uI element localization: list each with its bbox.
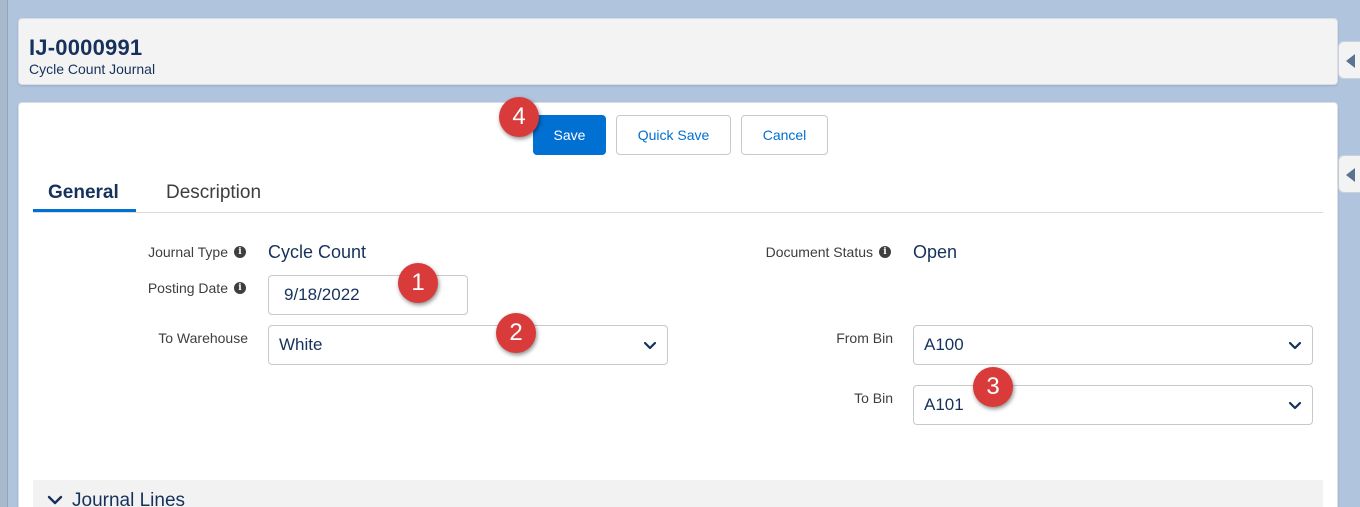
tab-general[interactable]: General: [48, 182, 119, 204]
tab-description[interactable]: Description: [166, 182, 261, 204]
info-icon[interactable]: i: [879, 246, 891, 258]
info-icon[interactable]: i: [234, 282, 246, 294]
journal-type-value: Cycle Count: [268, 242, 367, 262]
tabs-divider: [33, 212, 1323, 213]
to-bin-label: To Bin: [854, 390, 893, 406]
chevron-down-icon: [643, 341, 657, 350]
posting-date-label: Posting Date: [147, 280, 228, 296]
journal-lines-title[interactable]: Journal Lines: [72, 490, 185, 507]
from-bin-label: From Bin: [836, 330, 893, 346]
record-title: IJ-0000991: [29, 35, 143, 60]
to-warehouse-select[interactable]: White: [268, 325, 668, 365]
save-button[interactable]: Save: [533, 115, 606, 155]
cancel-button[interactable]: Cancel: [741, 115, 828, 155]
chevron-left-icon: [1346, 54, 1355, 68]
to-bin-value: A101: [924, 395, 964, 414]
chevron-down-icon: [1288, 341, 1302, 350]
to-warehouse-label: To Warehouse: [158, 330, 248, 346]
panel-toggle-top[interactable]: [1338, 41, 1360, 79]
annotation-badge-4: 4: [499, 97, 539, 137]
journal-lines-section[interactable]: [33, 480, 1323, 507]
quick-save-button[interactable]: Quick Save: [616, 115, 731, 155]
record-header: IJ-0000991 Cycle Count Journal: [18, 18, 1338, 85]
from-bin-value: A100: [924, 335, 964, 354]
document-status-label: Document Status: [765, 244, 873, 260]
chevron-left-icon: [1346, 168, 1355, 182]
from-bin-select[interactable]: A100: [913, 325, 1313, 365]
chevron-down-icon[interactable]: [47, 494, 63, 506]
annotation-badge-2: 2: [496, 313, 536, 353]
posting-date-value: 9/18/2022: [284, 285, 360, 304]
info-icon[interactable]: i: [234, 246, 246, 258]
annotation-badge-3: 3: [973, 367, 1013, 407]
panel-toggle-bottom[interactable]: [1338, 155, 1360, 193]
to-warehouse-value: White: [279, 335, 323, 354]
chevron-down-icon: [1288, 401, 1302, 410]
document-status-value: Open: [913, 242, 958, 262]
posting-date-input[interactable]: 9/18/2022: [268, 275, 468, 315]
edit-form-card: [18, 102, 1338, 507]
record-subtitle: Cycle Count Journal: [29, 61, 156, 77]
annotation-badge-1: 1: [398, 263, 438, 303]
journal-type-label: Journal Type: [148, 244, 228, 260]
